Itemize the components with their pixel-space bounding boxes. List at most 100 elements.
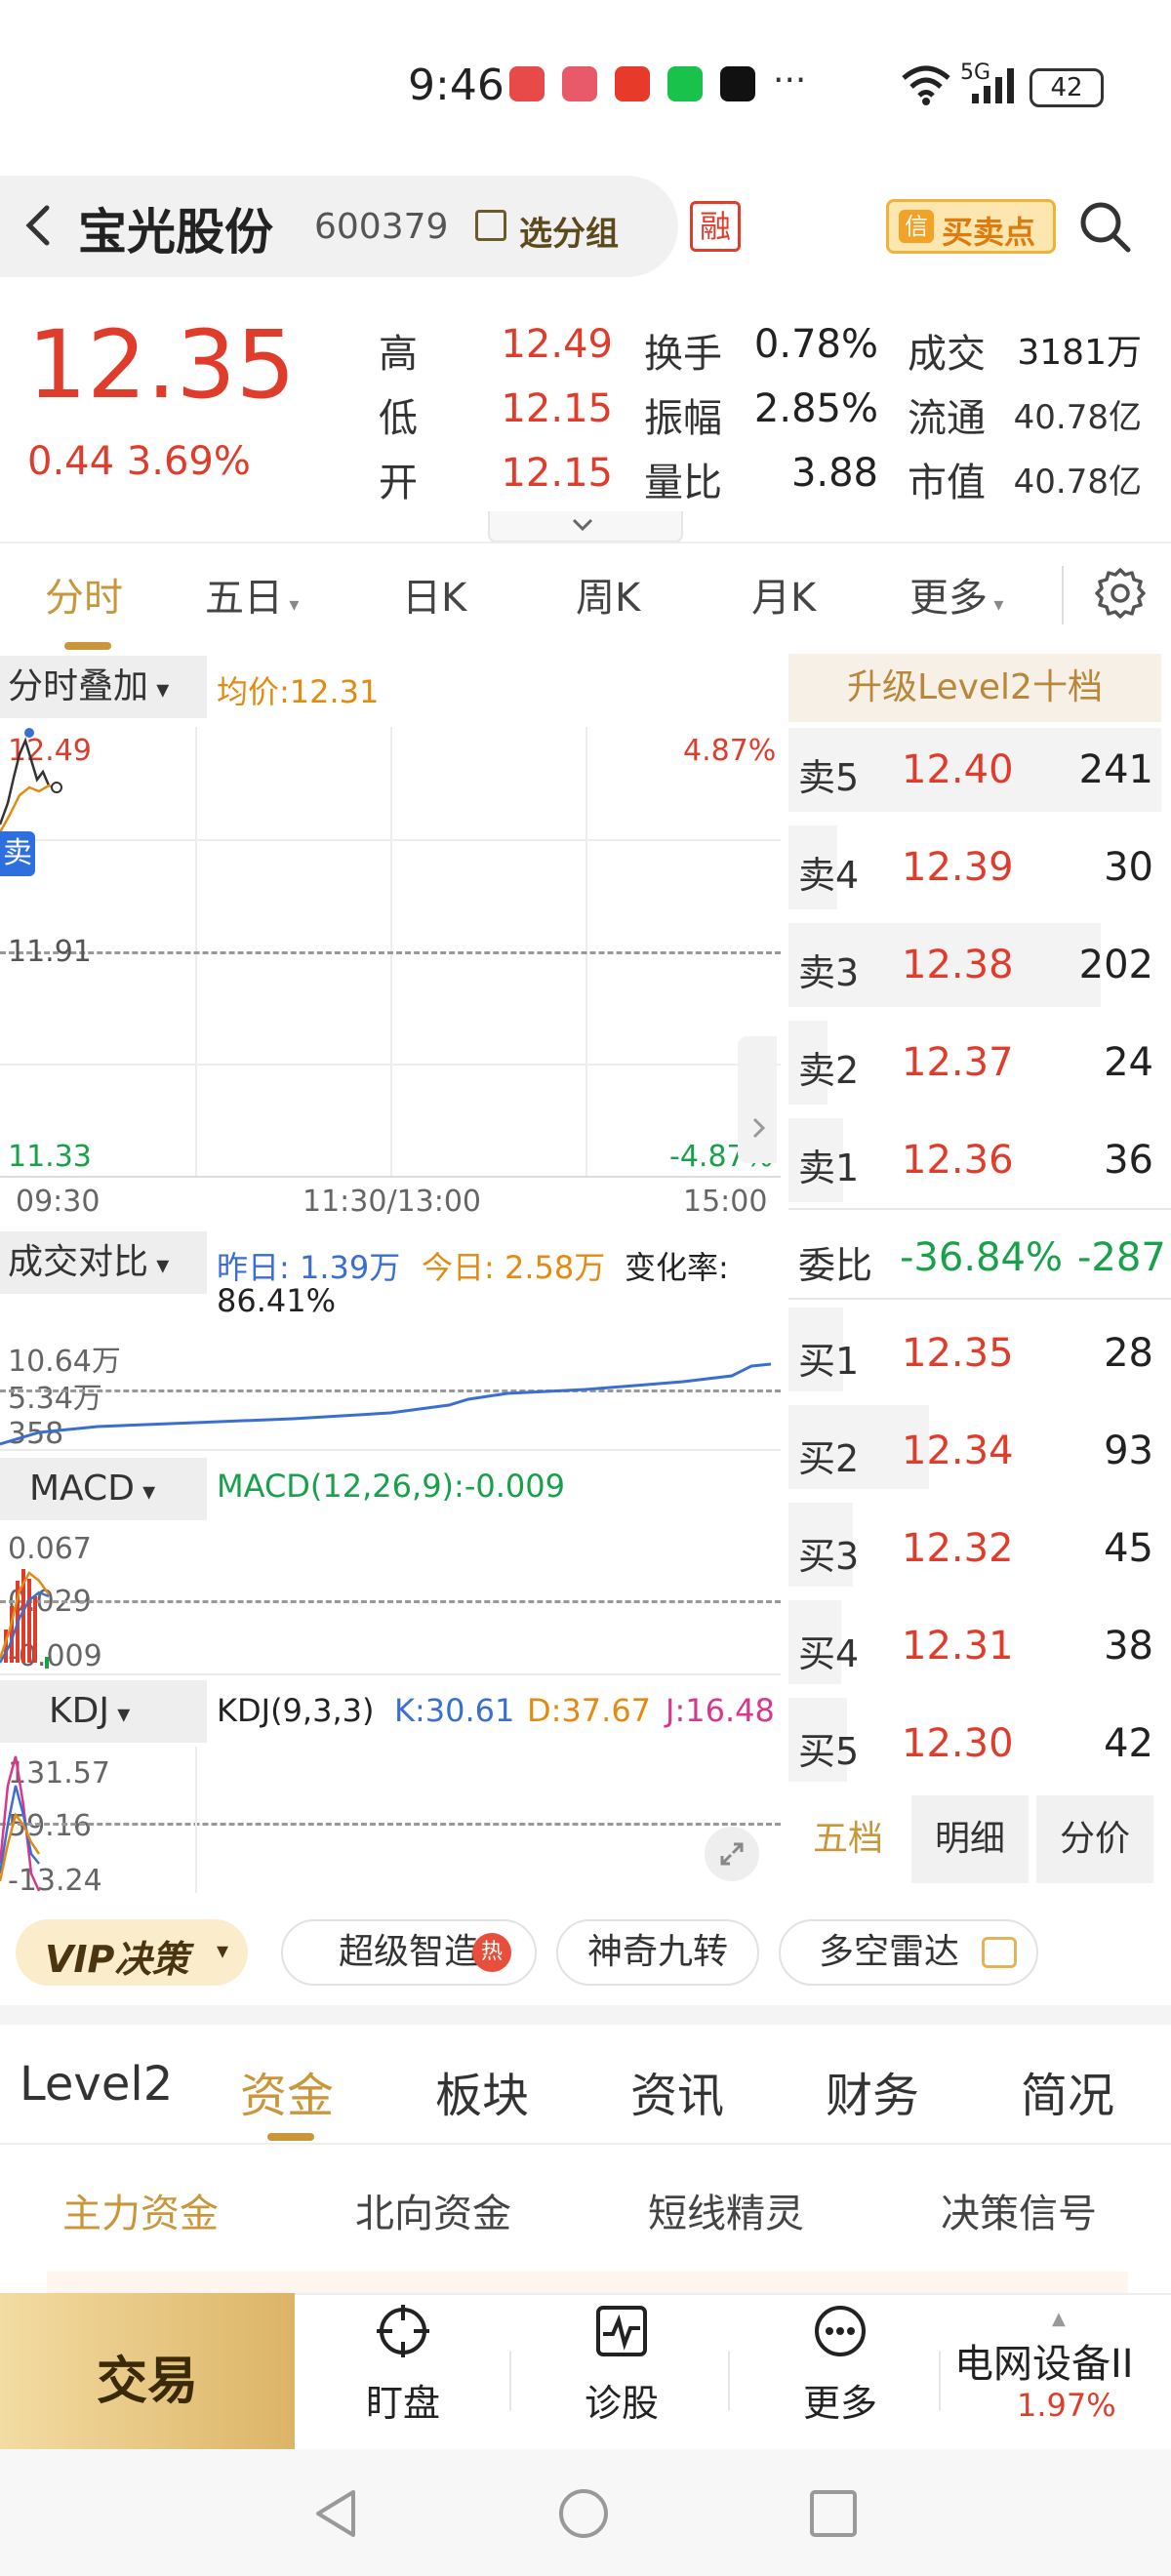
overlay-selector[interactable]: 分时叠加 ▾ (0, 656, 207, 718)
tab-profile[interactable]: 简况 (1021, 2057, 1114, 2125)
tab-price-distribution[interactable]: 分价 (1036, 1795, 1153, 1883)
signal-dot (24, 728, 34, 738)
vip-decision-chip[interactable]: VIP决策 ▾ (16, 1919, 248, 1986)
macd-selector[interactable]: MACD ▾ (0, 1458, 207, 1520)
dropdown-arrow-icon: ▾ (283, 592, 300, 616)
magic-nine-chip[interactable]: 神奇九转 (556, 1919, 759, 1986)
diagnose-label: 诊股 (584, 2382, 659, 2425)
tab-five-day-label: 五日 (205, 576, 283, 621)
tab-border (0, 2143, 1171, 2145)
tab-five-day[interactable]: 五日 ▾ (205, 566, 299, 623)
fullscreen-icon (720, 1842, 744, 1866)
vip-decision-label: VIP决策 (45, 1938, 189, 1981)
ask-price: 12.40 (902, 747, 1014, 792)
tab-daily-k[interactable]: 日K (402, 566, 466, 623)
bid-volume: 93 (1104, 1429, 1153, 1473)
signal-icon (972, 68, 1014, 103)
tab-capital[interactable]: 资金 (240, 2057, 334, 2125)
bar-divider (939, 2352, 941, 2410)
float-cap-label: 流通 (908, 396, 986, 441)
volume-compare-selector[interactable]: 成交对比 ▾ (0, 1231, 207, 1294)
tab-monthly-k[interactable]: 月K (751, 566, 816, 623)
dropdown-arrow-icon: ▾ (134, 1477, 156, 1507)
subtab-main-capital[interactable]: 主力资金 (62, 2182, 219, 2238)
ask-price: 12.38 (902, 943, 1014, 987)
watch-button[interactable]: 盯盘 (320, 2303, 486, 2427)
nav-back-icon[interactable] (308, 2486, 363, 2541)
gear-icon[interactable] (1095, 568, 1146, 619)
kdj-selector[interactable]: KDJ ▾ (0, 1680, 207, 1743)
chevron-down-icon (572, 518, 593, 532)
macd-chart (0, 1569, 51, 1669)
macd-value: MACD(12,26,9):-0.009 (217, 1468, 565, 1505)
tab-details[interactable]: 明细 (911, 1795, 1029, 1883)
subtab-northbound[interactable]: 北向资金 (355, 2182, 511, 2238)
ask-label: 卖3 (798, 951, 860, 994)
diagnose-button[interactable]: 诊股 (539, 2303, 705, 2427)
buy-sell-label: 买卖点 (942, 214, 1036, 251)
sell-signal-marker[interactable]: 卖 (0, 831, 35, 876)
select-group-button[interactable]: 选分组 (519, 207, 619, 255)
dropdown-arrow-icon: ▾ (217, 1937, 229, 1964)
tab-level2[interactable]: Level2 (20, 2057, 173, 2112)
long-short-radar-chip[interactable]: 多空雷达 (779, 1919, 1038, 1986)
intraday-price-chart (0, 728, 62, 833)
kdj-d-value: D:37.67 (527, 1692, 652, 1729)
more-label: 更多 (802, 2382, 877, 2425)
dropdown-arrow-icon: ▾ (108, 1700, 131, 1729)
tab-five-levels[interactable]: 五档 (792, 1795, 904, 1883)
pct-axis-top: 4.87% (683, 734, 777, 768)
buy-sell-point-button[interactable]: 信 买卖点 (886, 199, 1056, 254)
smart-manufacturing-chip[interactable]: 超级智造 热 (281, 1919, 537, 1986)
turnover-label: 换手 (644, 332, 722, 377)
battery-icon: 42 (1030, 68, 1104, 107)
turnover-value: 0.78% (753, 322, 878, 367)
volume-ratio-value: 3.88 (790, 451, 878, 496)
tab-weekly-k[interactable]: 周K (576, 566, 640, 623)
back-arrow-icon[interactable] (14, 200, 64, 251)
tab-intraday[interactable]: 分时 (45, 566, 123, 623)
wifi-icon (902, 65, 950, 105)
kdj-chart (0, 1755, 41, 1892)
float-cap-value: 40.78亿 (1013, 398, 1142, 437)
ask-volume: 241 (1078, 747, 1153, 792)
tab-sector[interactable]: 板块 (435, 2057, 529, 2125)
bid-price: 12.35 (902, 1331, 1014, 1376)
upgrade-level2-button[interactable]: 升级Level2十档 (788, 654, 1161, 722)
tiktok-app-icon (720, 66, 755, 101)
tab-news[interactable]: 资讯 (630, 2057, 724, 2125)
ask-price: 12.37 (902, 1040, 1014, 1085)
side-expand-handle[interactable] (738, 1036, 777, 1163)
kdj-j-line (0, 1755, 41, 1892)
time-axis-line (0, 1176, 781, 1178)
scroll-up-indicator: ▲ (1052, 2309, 1066, 2329)
bid-price: 12.32 (902, 1526, 1014, 1571)
bid-volume: 42 (1104, 1721, 1153, 1766)
volume-compare-label: 成交对比 (8, 1242, 149, 1282)
more-dots-icon (815, 2306, 866, 2356)
amount-label: 成交 (908, 332, 986, 377)
volume-ratio-label: 量比 (644, 461, 722, 505)
nav-home-icon[interactable] (556, 2486, 611, 2541)
search-icon[interactable] (1077, 199, 1134, 256)
margin-trading-badge: 融 (690, 201, 741, 252)
tab-financials[interactable]: 财务 (826, 2057, 919, 2125)
average-price: 均价:12.31 (217, 673, 380, 710)
more-button[interactable]: 更多 (757, 2303, 923, 2427)
commission-ratio-value: -36.84% (900, 1235, 1063, 1280)
market-cap-value: 40.78亿 (1013, 463, 1142, 502)
volume-compare-chart (0, 1362, 772, 1446)
checkbox-icon[interactable] (475, 210, 506, 241)
subtab-decision-signal[interactable]: 决策信号 (941, 2182, 1097, 2238)
y-axis-bottom: 11.33 (8, 1140, 92, 1174)
bid-price: 12.30 (902, 1721, 1014, 1766)
section-divider (0, 2005, 1171, 2025)
bar-divider (728, 2352, 730, 2410)
nav-recents-icon[interactable] (808, 2488, 859, 2539)
tab-more[interactable]: 更多 ▾ (909, 566, 1003, 623)
news-app-icon (615, 66, 650, 101)
dropdown-arrow-icon: ▾ (148, 675, 170, 704)
ask-price: 12.39 (902, 845, 1014, 890)
kdj-d-line (0, 1812, 41, 1882)
subtab-short-term[interactable]: 短线精灵 (648, 2182, 804, 2238)
